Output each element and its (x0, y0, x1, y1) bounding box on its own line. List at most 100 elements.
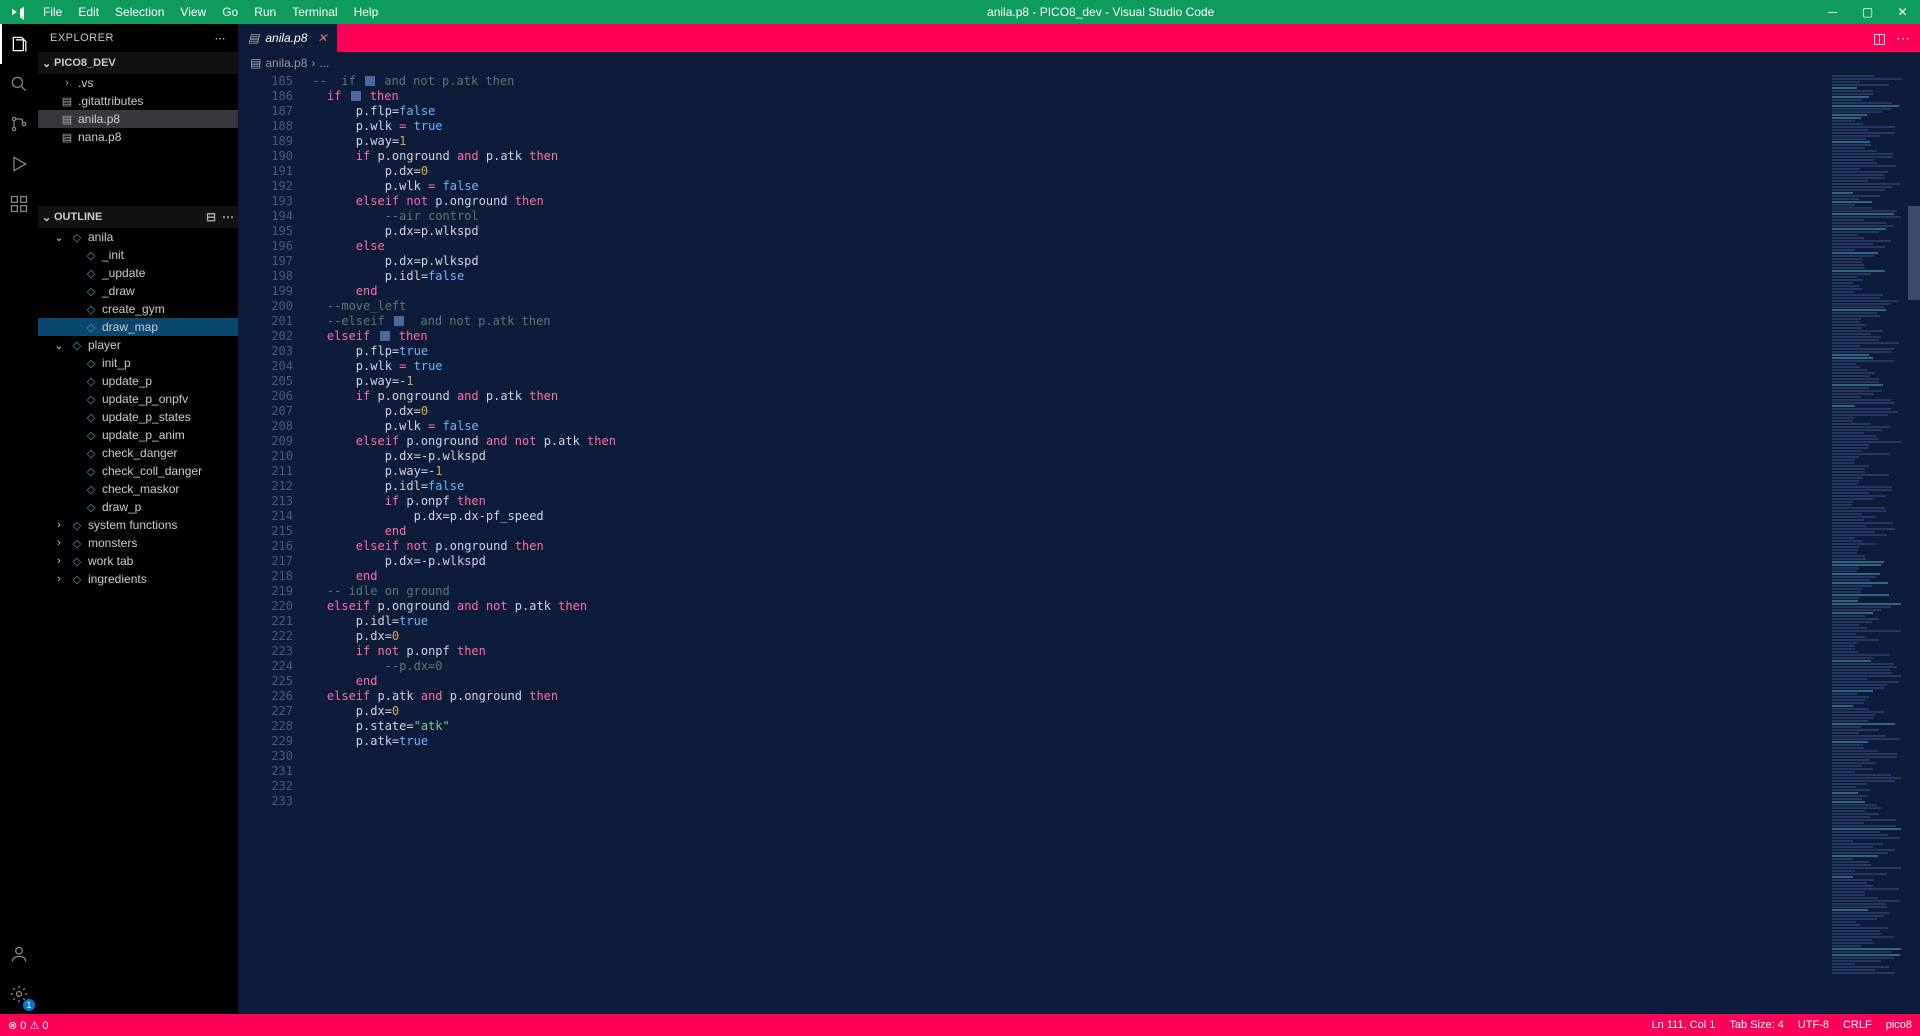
more-icon[interactable]: ⋯ (222, 210, 234, 224)
collapse-icon[interactable]: ⊟ (206, 210, 216, 224)
settings-icon[interactable] (0, 974, 38, 1014)
symbol-icon: ◇ (84, 285, 98, 298)
outline-item[interactable]: ◇create_gym (38, 300, 238, 318)
outline-item[interactable]: ›◇monsters (38, 534, 238, 552)
outline-item-label: check_danger (102, 446, 177, 460)
menu-item-file[interactable]: File (35, 5, 70, 19)
minimize-button[interactable]: ─ (1815, 5, 1850, 19)
split-icon[interactable]: ◫ (1873, 30, 1886, 47)
more-icon[interactable]: ⋯ (215, 32, 227, 45)
status-item[interactable]: Ln 111, Col 1 (1652, 1019, 1716, 1031)
outline-item[interactable]: ◇ _draw (38, 282, 238, 300)
outline-item[interactable]: ◇update_p (38, 372, 238, 390)
outline-item[interactable]: ◇draw_map (38, 318, 238, 336)
tab-bar: ▤ anila.p8 ✕ ◫ ⋯ (238, 24, 1920, 52)
editor-body[interactable]: 1851861871881891901911921931941951961971… (238, 74, 1920, 1014)
symbol-icon: ◇ (70, 519, 84, 532)
menu-item-help[interactable]: Help (346, 5, 387, 19)
scrollbar[interactable] (1908, 74, 1920, 1014)
outline-item-label: ingredients (88, 572, 147, 586)
breadcrumbs[interactable]: ▤ anila.p8 › ... (238, 52, 1920, 74)
outline-item[interactable]: ◇init_p (38, 354, 238, 372)
maximize-button[interactable]: ▢ (1850, 5, 1885, 19)
search-tab-icon[interactable] (0, 64, 38, 104)
menu-item-go[interactable]: Go (214, 5, 246, 19)
outline-item-label: update_p_states (102, 410, 191, 424)
menu-item-view[interactable]: View (172, 5, 214, 19)
outline-item[interactable]: ›◇system functions (38, 516, 238, 534)
explorer-sidebar: EXPLORER ⋯ ⌄ PICO8_DEV ›.vs▤.gitattribut… (38, 24, 238, 1014)
chevron-down-icon: ⌄ (42, 211, 54, 224)
outline-item[interactable]: ›◇ingredients (38, 570, 238, 588)
file-icon: ▤ (60, 113, 74, 126)
close-button[interactable]: ✕ (1885, 5, 1920, 19)
file-icon: ▤ (60, 131, 74, 144)
title-bar: FileEditSelectionViewGoRunTerminalHelp a… (0, 0, 1920, 24)
outline-item[interactable]: ◇update_p_onpfv (38, 390, 238, 408)
outline-item-label: check_maskor (102, 482, 179, 496)
menu-item-selection[interactable]: Selection (107, 5, 172, 19)
menu-item-terminal[interactable]: Terminal (284, 5, 345, 19)
outline-item[interactable]: ›◇work tab (38, 552, 238, 570)
outline-item[interactable]: ⌄◇player (38, 336, 238, 354)
status-item[interactable]: UTF-8 (1798, 1019, 1829, 1031)
outline-item[interactable]: ◇update_p_states (38, 408, 238, 426)
scroll-thumb[interactable] (1908, 206, 1920, 300)
tree-item-label: .gitattributes (78, 94, 143, 108)
folder-section-header[interactable]: ⌄ PICO8_DEV (38, 52, 238, 74)
code-content[interactable]: -- if and not p.atk then if then p.flp=f… (298, 74, 1828, 749)
symbol-icon: ◇ (70, 537, 84, 550)
tab-anila[interactable]: ▤ anila.p8 ✕ (238, 24, 337, 52)
chevron-right-icon: › (52, 573, 66, 585)
more-icon[interactable]: ⋯ (1896, 30, 1910, 47)
outline-item-label: _init (102, 248, 124, 262)
source-control-tab-icon[interactable] (0, 104, 38, 144)
outline-item[interactable]: ◇check_maskor (38, 480, 238, 498)
file-item[interactable]: ▤ anila.p8 (38, 110, 238, 128)
symbol-icon: ◇ (84, 393, 98, 406)
outline-item-label: player (88, 338, 121, 352)
status-item[interactable]: CRLF (1843, 1019, 1872, 1031)
status-bar: ⊗ 0 ⚠ 0 Ln 111, Col 1 Tab Size: 4 UTF-8 CRL… (0, 1014, 1920, 1036)
symbol-icon: ◇ (84, 303, 98, 316)
menu-item-run[interactable]: Run (246, 5, 284, 19)
status-item[interactable]: Tab Size: 4 (1729, 1019, 1783, 1031)
symbol-icon: ◇ (70, 231, 84, 244)
outline-item[interactable]: ◇_init (38, 246, 238, 264)
folder-icon: › (60, 77, 74, 89)
tree-item-label: anila.p8 (78, 112, 120, 126)
outline-tree: ⌄◇anila◇_init◇_update◇_draw◇create_gym◇d… (38, 228, 238, 588)
outline-label: OUTLINE (54, 211, 102, 223)
chevron-down-icon: ⌄ (42, 57, 54, 70)
tab-actions: ◫ ⋯ (1873, 24, 1920, 52)
outline-section-header[interactable]: ⌄ OUTLINE ⊟ ⋯ (38, 206, 238, 228)
extensions-tab-icon[interactable] (0, 184, 38, 224)
file-item[interactable]: › .vs (38, 74, 238, 92)
outline-item[interactable]: ◇_update (38, 264, 238, 282)
minimap[interactable] (1828, 74, 1908, 1014)
folder-name: PICO8_DEV (54, 57, 116, 69)
close-icon[interactable]: ✕ (317, 31, 327, 45)
outline-item-label: _draw (102, 284, 135, 298)
outline-item[interactable]: ◇check_coll_danger (38, 462, 238, 480)
activity-bar (0, 24, 38, 1014)
status-problems[interactable]: ⊗ 0 ⚠ 0 (8, 1019, 48, 1032)
symbol-icon: ◇ (84, 465, 98, 478)
file-item[interactable]: ▤.gitattributes (38, 92, 238, 110)
outline-item[interactable]: ◇update_p_anim (38, 426, 238, 444)
menu-item-edit[interactable]: Edit (70, 5, 107, 19)
tree-item-label: .vs (78, 76, 93, 90)
file-item[interactable]: ▤nana.p8 (38, 128, 238, 146)
outline-item-label: update_p (102, 374, 152, 388)
outline-item[interactable]: ⌄◇anila (38, 228, 238, 246)
account-icon[interactable] (0, 934, 38, 974)
outline-item[interactable]: ◇check_danger (38, 444, 238, 462)
file-icon: ▤ (248, 31, 259, 45)
outline-item-label: system functions (88, 518, 177, 532)
explorer-tab-icon[interactable] (0, 24, 38, 64)
debug-tab-icon[interactable] (0, 144, 38, 184)
status-item[interactable]: pico8 (1886, 1019, 1912, 1031)
file-tree: ›.vs▤.gitattributes▤anila.p8▤nana.p8 (38, 74, 238, 146)
outline-item[interactable]: ◇draw_p (38, 498, 238, 516)
breadcrumb-file: anila.p8 (265, 56, 307, 70)
